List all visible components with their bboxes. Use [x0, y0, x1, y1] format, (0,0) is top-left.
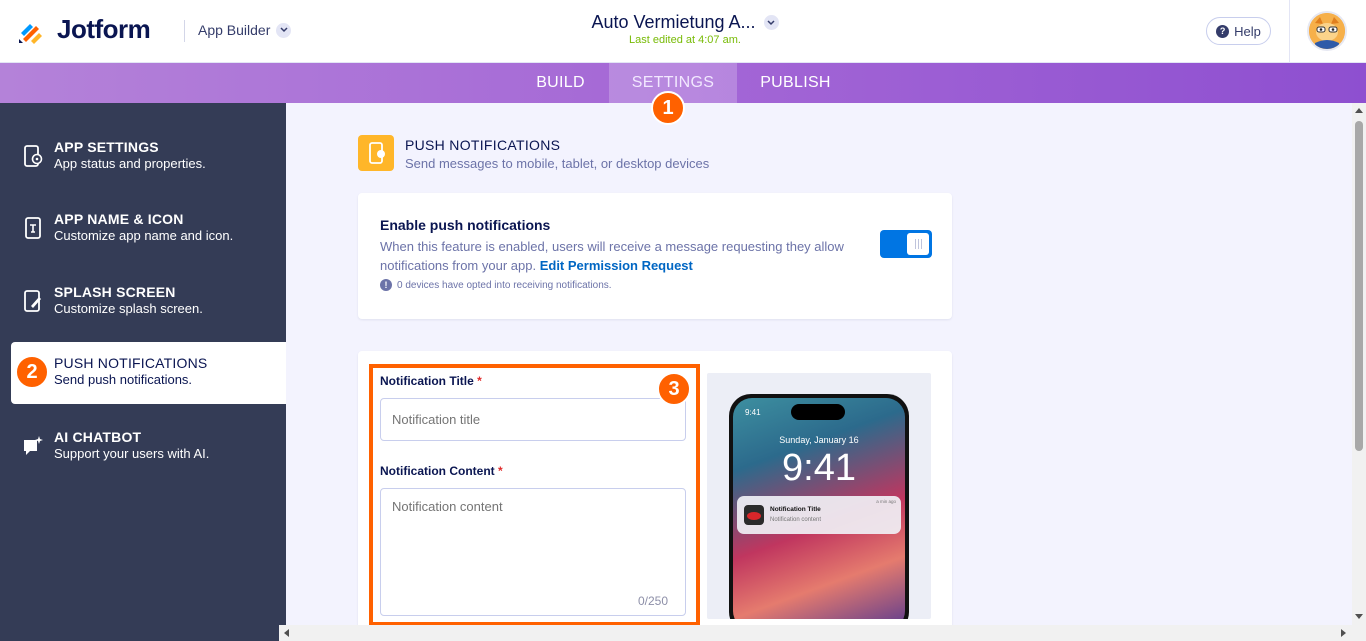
phone-brush-icon — [24, 290, 41, 312]
required-mark: * — [498, 464, 503, 478]
app-builder-label: App Builder — [198, 22, 271, 38]
required-mark: * — [477, 374, 482, 388]
scroll-up-icon[interactable] — [1355, 108, 1363, 113]
jotform-logo[interactable]: Jotform — [17, 14, 151, 45]
phone-screen: 9:41 Sunday, January 16 9:41 Notificatio… — [733, 398, 905, 619]
notif-ago: a min ago — [876, 499, 896, 504]
sidebar-item-push-notifications[interactable]: PUSH NOTIFICATIONS Send push notificatio… — [11, 342, 286, 404]
sidebar-item-app-settings[interactable]: APP SETTINGS App status and properties. — [0, 126, 286, 188]
step-badge-3: 3 — [657, 372, 691, 406]
character-counter: 0/250 — [638, 594, 669, 608]
opt-in-note-text: 0 devices have opted into receiving noti… — [397, 279, 612, 291]
sidebar-item-title: AI CHATBOT — [54, 429, 142, 445]
notification-content-label-text: Notification Content — [380, 464, 495, 478]
chevron-down-icon[interactable] — [763, 15, 779, 30]
sidebar-item-desc: Send push notifications. — [54, 372, 193, 387]
avatar[interactable] — [1307, 11, 1347, 51]
logo-text: Jotform — [57, 14, 151, 44]
horizontal-scrollbar[interactable] — [279, 625, 1352, 641]
step-badge-2: 2 — [15, 355, 49, 389]
sidebar-item-title: PUSH NOTIFICATIONS — [54, 355, 208, 371]
lock-clock: 9:41 — [782, 447, 856, 489]
scroll-left-icon[interactable] — [284, 629, 289, 637]
edit-permission-link[interactable]: Edit Permission Request — [540, 258, 693, 273]
step-badge-1: 1 — [651, 91, 685, 125]
notif-title: Notification Title — [770, 506, 821, 513]
sidebar-item-desc: Customize app name and icon. — [54, 228, 234, 243]
enable-push-text: When this feature is enabled, users will… — [380, 237, 850, 275]
notification-preview: Notification Title Notification content … — [737, 496, 901, 534]
phone-text-icon — [25, 217, 41, 239]
toggle-knob — [907, 233, 929, 255]
app-icon — [744, 505, 764, 525]
sidebar-item-splash-screen[interactable]: SPLASH SCREEN Customize splash screen. — [0, 271, 286, 333]
section-title: PUSH NOTIFICATIONS — [405, 137, 561, 153]
chevron-down-icon — [276, 22, 292, 38]
sidebar-item-ai-chatbot[interactable]: AI CHATBOT Support your users with AI. — [0, 416, 286, 478]
sidebar-item-desc: App status and properties. — [54, 156, 206, 171]
dynamic-island — [791, 404, 845, 420]
scroll-right-icon[interactable] — [1341, 629, 1346, 637]
main-content: PUSH NOTIFICATIONS Send messages to mobi… — [286, 103, 1352, 625]
notification-title-label: Notification Title * — [380, 374, 482, 388]
sidebar-item-desc: Support your users with AI. — [54, 446, 210, 461]
sidebar-item-title: APP NAME & ICON — [54, 211, 184, 227]
question-icon: ? — [1216, 24, 1230, 38]
enable-push-title: Enable push notifications — [380, 217, 551, 233]
sidebar-item-title: APP SETTINGS — [54, 139, 159, 155]
notif-content: Notification content — [770, 517, 822, 523]
status-time: 9:41 — [745, 408, 761, 417]
enable-push-card: Enable push notifications When this feat… — [358, 193, 952, 319]
phone-preview: 9:41 Sunday, January 16 9:41 Notificatio… — [707, 373, 931, 619]
help-button[interactable]: ? Help — [1206, 17, 1271, 45]
tab-build[interactable]: BUILD — [512, 63, 609, 103]
phone-gear-icon — [24, 145, 43, 167]
app-title-area: Auto Vermietung A... Last edited at 4:07… — [560, 12, 810, 46]
scroll-thumb[interactable] — [1355, 121, 1363, 451]
top-header: Jotform App Builder Auto Vermietung A...… — [0, 0, 1366, 63]
app-title[interactable]: Auto Vermietung A... — [591, 12, 755, 33]
info-icon: ! — [380, 279, 392, 291]
sidebar-item-desc: Customize splash screen. — [54, 301, 203, 316]
notification-title-input[interactable] — [380, 398, 686, 441]
sidebar-item-title: SPLASH SCREEN — [54, 284, 176, 300]
header-divider — [184, 20, 185, 42]
push-notification-icon — [358, 135, 394, 171]
section-description: Send messages to mobile, tablet, or desk… — [405, 156, 710, 171]
scroll-down-icon[interactable] — [1355, 614, 1363, 619]
phone-frame: 9:41 Sunday, January 16 9:41 Notificatio… — [729, 394, 909, 619]
notification-content-label: Notification Content * — [380, 464, 503, 478]
app-builder-dropdown[interactable]: App Builder — [198, 22, 292, 38]
lock-date: Sunday, January 16 — [779, 435, 859, 445]
enable-push-toggle[interactable] — [880, 230, 932, 258]
tab-publish[interactable]: PUBLISH — [737, 63, 854, 103]
scrollbar-corner — [1352, 625, 1366, 641]
jotform-logo-icon — [19, 23, 42, 44]
chat-sparkle-icon — [24, 436, 43, 455]
last-edited-text: Last edited at 4:07 am. — [629, 34, 741, 46]
notification-title-label-text: Notification Title — [380, 374, 474, 388]
help-label: Help — [1234, 23, 1261, 39]
cat-avatar-icon — [1309, 13, 1345, 49]
main-nav: BUILD SETTINGS PUBLISH — [0, 63, 1366, 103]
header-divider — [1289, 0, 1290, 63]
vertical-scrollbar[interactable] — [1352, 103, 1366, 625]
sidebar-item-app-name-icon[interactable]: APP NAME & ICON Customize app name and i… — [0, 198, 286, 260]
notification-form-card: Notification Title * Notification Conten… — [358, 351, 952, 625]
opt-in-note: ! 0 devices have opted into receiving no… — [380, 279, 612, 291]
